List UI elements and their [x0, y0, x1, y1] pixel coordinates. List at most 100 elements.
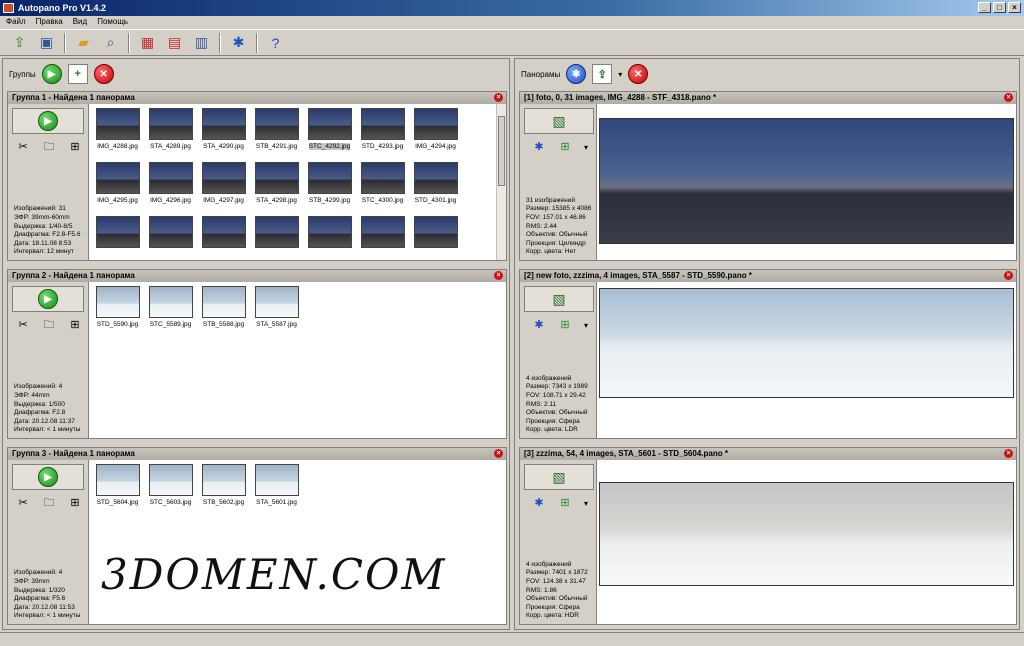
- minimize-button[interactable]: _: [978, 2, 991, 13]
- image-thumbnail[interactable]: STA_4289.jpg: [144, 108, 197, 162]
- close-icon[interactable]: ×: [494, 449, 503, 458]
- image-thumbnail[interactable]: [197, 216, 250, 260]
- folder-icon[interactable]: 🗀: [42, 140, 56, 154]
- image-thumbnail[interactable]: STD_5590.jpg: [91, 286, 144, 340]
- open-folder-icon[interactable]: ▰: [72, 32, 95, 54]
- thumbnail-label: STC_4292.jpg: [308, 143, 351, 150]
- image-thumbnail[interactable]: STC_5589.jpg: [144, 286, 197, 340]
- panorama-preview[interactable]: [596, 460, 1016, 624]
- image-thumbnail[interactable]: STB_5588.jpg: [197, 286, 250, 340]
- list-icon[interactable]: ▤: [163, 32, 186, 54]
- image-thumbnail[interactable]: STD_4293.jpg: [356, 108, 409, 162]
- tools-icon[interactable]: ✂: [16, 318, 30, 332]
- image-thumbnail[interactable]: IMG_4294.jpg: [409, 108, 462, 162]
- folder-icon[interactable]: 🗀: [42, 318, 56, 332]
- thumbnail-image: [360, 108, 405, 140]
- help-icon[interactable]: ?: [264, 32, 287, 54]
- thumbnail-grid: STD_5590.jpg STC_5589.jpg STB_5588.jpg STA_…: [88, 282, 506, 438]
- folder-icon[interactable]: 🗀: [42, 496, 56, 510]
- grid-icon[interactable]: ▦: [136, 32, 159, 54]
- image-thumbnail[interactable]: STC_4300.jpg: [356, 162, 409, 216]
- export-icon[interactable]: ⊞: [558, 140, 572, 154]
- image-thumbnail[interactable]: IMG_4297.jpg: [197, 162, 250, 216]
- thumbnail-label: STA_5601.jpg: [256, 499, 297, 506]
- image-thumbnail[interactable]: STA_5587.jpg: [250, 286, 303, 340]
- detect-button[interactable]: ▶: [12, 464, 84, 490]
- add-image-icon[interactable]: ⊞: [68, 318, 82, 332]
- add-image-icon[interactable]: ⊞: [68, 496, 82, 510]
- image-thumbnail[interactable]: STC_4292.jpg: [303, 108, 356, 162]
- close-window-button[interactable]: ×: [1008, 2, 1021, 13]
- settings-icon[interactable]: ✱: [532, 140, 546, 154]
- maximize-button[interactable]: □: [993, 2, 1006, 13]
- layout-icon[interactable]: ▥: [190, 32, 213, 54]
- save-icon[interactable]: ▣: [35, 32, 58, 54]
- image-thumbnail[interactable]: [356, 216, 409, 260]
- image-thumbnail[interactable]: STB_4291.jpg: [250, 108, 303, 162]
- image-thumbnail[interactable]: IMG_4295.jpg: [91, 162, 144, 216]
- image-thumbnail[interactable]: IMG_4296.jpg: [144, 162, 197, 216]
- chevron-down-icon[interactable]: ▾: [584, 143, 588, 152]
- thumbnail-image: [254, 286, 299, 318]
- delete-groups-button[interactable]: ✕: [93, 64, 114, 84]
- image-thumbnail[interactable]: [91, 216, 144, 260]
- vertical-scrollbar[interactable]: [496, 104, 506, 260]
- image-thumbnail[interactable]: IMG_4288.jpg: [91, 108, 144, 162]
- close-icon[interactable]: ×: [1004, 271, 1013, 280]
- menu-file[interactable]: Файл: [6, 16, 26, 28]
- close-icon[interactable]: ×: [494, 93, 503, 102]
- image-thumbnail[interactable]: STA_4298.jpg: [250, 162, 303, 216]
- close-icon[interactable]: ×: [1004, 93, 1013, 102]
- panorama-preview[interactable]: [596, 104, 1016, 260]
- run-all-button[interactable]: ▶: [41, 64, 62, 84]
- export-icon[interactable]: ⊞: [558, 318, 572, 332]
- menu-help[interactable]: Помощь: [97, 16, 128, 28]
- image-thumbnail[interactable]: STB_5602.jpg: [197, 464, 250, 518]
- menu-edit[interactable]: Правка: [36, 16, 63, 28]
- tools-icon[interactable]: ✂: [16, 140, 30, 154]
- app-icon: [3, 3, 14, 13]
- search-icon[interactable]: ⌕: [99, 32, 122, 54]
- group-info: Изображений: 4 ЭФР: 39mm Выдержка: 1/320…: [14, 569, 80, 621]
- export-icon[interactable]: ⊞: [558, 496, 572, 510]
- play-icon: ▶: [38, 467, 58, 487]
- menu-view[interactable]: Вид: [73, 16, 87, 28]
- image-thumbnail[interactable]: STD_5604.jpg: [91, 464, 144, 518]
- render-all-button[interactable]: ✱: [566, 64, 587, 84]
- chevron-down-icon[interactable]: ▾: [584, 321, 588, 330]
- thumbnail-image: [254, 464, 299, 496]
- edit-panorama-button[interactable]: ▧: [524, 108, 594, 134]
- add-group-button[interactable]: +: [67, 64, 88, 84]
- panorama-image: [599, 118, 1014, 244]
- panorama-preview[interactable]: [596, 282, 1016, 438]
- image-thumbnail[interactable]: STC_5603.jpg: [144, 464, 197, 518]
- chevron-down-icon[interactable]: ▾: [618, 70, 622, 79]
- image-thumbnail[interactable]: [250, 216, 303, 260]
- chevron-down-icon[interactable]: ▾: [584, 499, 588, 508]
- import-icon[interactable]: ⇪: [8, 32, 31, 54]
- delete-panoramas-button[interactable]: ✕: [628, 64, 649, 84]
- tools-icon[interactable]: ✂: [16, 496, 30, 510]
- image-thumbnail[interactable]: [409, 216, 462, 260]
- scrollbar-thumb[interactable]: [498, 116, 505, 186]
- detect-button[interactable]: ▶: [12, 108, 84, 134]
- close-icon[interactable]: ×: [1004, 449, 1013, 458]
- image-thumbnail[interactable]: [144, 216, 197, 260]
- detect-button[interactable]: ▶: [12, 286, 84, 312]
- close-icon[interactable]: ×: [494, 271, 503, 280]
- settings-icon[interactable]: ✱: [532, 318, 546, 332]
- image-thumbnail[interactable]: STA_5601.jpg: [250, 464, 303, 518]
- info-line: Размер: 7401 x 1872: [526, 569, 588, 577]
- image-thumbnail[interactable]: STB_4299.jpg: [303, 162, 356, 216]
- edit-panorama-button[interactable]: ▧: [524, 286, 594, 312]
- edit-panorama-button[interactable]: ▧: [524, 464, 594, 490]
- add-image-icon[interactable]: ⊞: [68, 140, 82, 154]
- image-thumbnail[interactable]: STA_4290.jpg: [197, 108, 250, 162]
- thumbnail-image: [254, 216, 299, 248]
- settings-icon[interactable]: ✱: [532, 496, 546, 510]
- settings-icon[interactable]: ✱: [227, 32, 250, 54]
- image-thumbnail[interactable]: [303, 216, 356, 260]
- image-thumbnail[interactable]: STD_4301.jpg: [409, 162, 462, 216]
- watermark-logo: 3DOMEN.COM: [101, 550, 447, 599]
- export-dropdown-button[interactable]: ⇪: [592, 64, 613, 84]
